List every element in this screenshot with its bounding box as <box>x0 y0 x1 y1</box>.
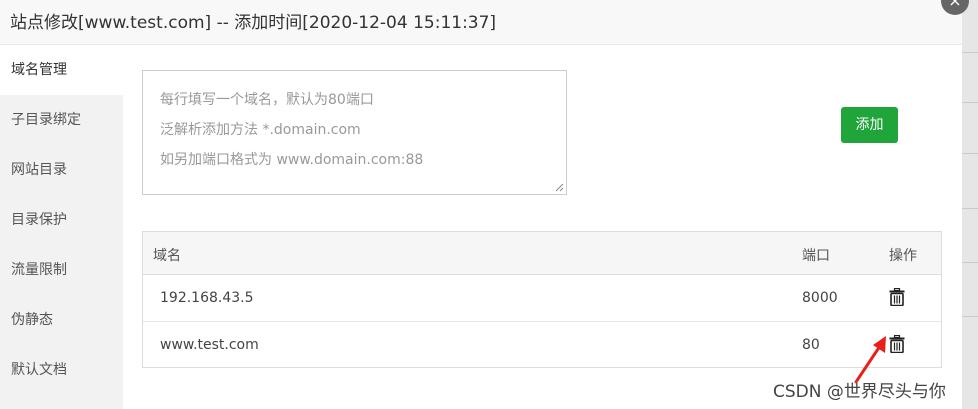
sidebar-item-traffic-limit[interactable]: 流量限制 <box>0 245 123 295</box>
column-header-port: 端口 <box>802 248 830 264</box>
column-header-domain: 域名 <box>153 248 181 264</box>
backdrop-divider <box>962 316 978 317</box>
sidebar-item-default-document[interactable]: 默认文档 <box>0 345 123 395</box>
add-domain-button[interactable]: 添加 <box>841 107 898 143</box>
domain-table: 域名 端口 操作 192.168.43.5 8000 www.test.com … <box>142 231 942 368</box>
domain-input[interactable]: 每行填写一个域名，默认为80端口 泛解析添加方法 *.domain.com 如另… <box>142 70 567 195</box>
dialog-titlebar: 站点修改[www.test.com] -- 添加时间[2020-12-04 15… <box>0 0 962 45</box>
domain-input-placeholder-line: 每行填写一个域名，默认为80端口 <box>160 92 374 108</box>
domain-input-placeholder-line: 泛解析添加方法 *.domain.com <box>160 122 361 138</box>
watermark-text: CSDN @世界尽头与你 <box>773 382 946 402</box>
sidebar-item-subdirectory-binding[interactable]: 子目录绑定 <box>0 95 123 145</box>
backdrop-divider <box>962 208 978 209</box>
sidebar: 域名管理 子目录绑定 网站目录 目录保护 流量限制 伪静态 默认文档 <box>0 45 123 409</box>
column-header-actions: 操作 <box>889 248 917 264</box>
port-cell: 80 <box>802 337 820 353</box>
table-row: 192.168.43.5 8000 <box>143 275 941 322</box>
sidebar-item-directory-protection[interactable]: 目录保护 <box>0 195 123 245</box>
domain-input-placeholder-line: 如另加端口格式为 www.domain.com:88 <box>160 152 424 168</box>
dialog-title: 站点修改[www.test.com] -- 添加时间[2020-12-04 15… <box>10 13 497 33</box>
port-cell: 8000 <box>802 290 838 306</box>
trash-icon[interactable] <box>889 335 905 353</box>
backdrop-divider <box>962 262 978 263</box>
resize-handle-icon[interactable] <box>555 183 564 192</box>
backdrop-divider <box>962 52 978 53</box>
sidebar-item-site-directory[interactable]: 网站目录 <box>0 145 123 195</box>
backdrop-divider <box>962 153 978 154</box>
table-header: 域名 端口 操作 <box>143 232 941 275</box>
sidebar-item-rewrite[interactable]: 伪静态 <box>0 295 123 345</box>
table-row: www.test.com 80 <box>143 322 941 368</box>
page-backdrop <box>962 0 978 409</box>
domain-cell: www.test.com <box>160 337 259 353</box>
site-edit-dialog: 站点修改[www.test.com] -- 添加时间[2020-12-04 15… <box>0 0 962 409</box>
backdrop-divider <box>962 102 978 103</box>
domain-cell: 192.168.43.5 <box>160 290 254 306</box>
trash-icon[interactable] <box>889 288 905 306</box>
sidebar-item-domain-management[interactable]: 域名管理 <box>0 45 123 95</box>
